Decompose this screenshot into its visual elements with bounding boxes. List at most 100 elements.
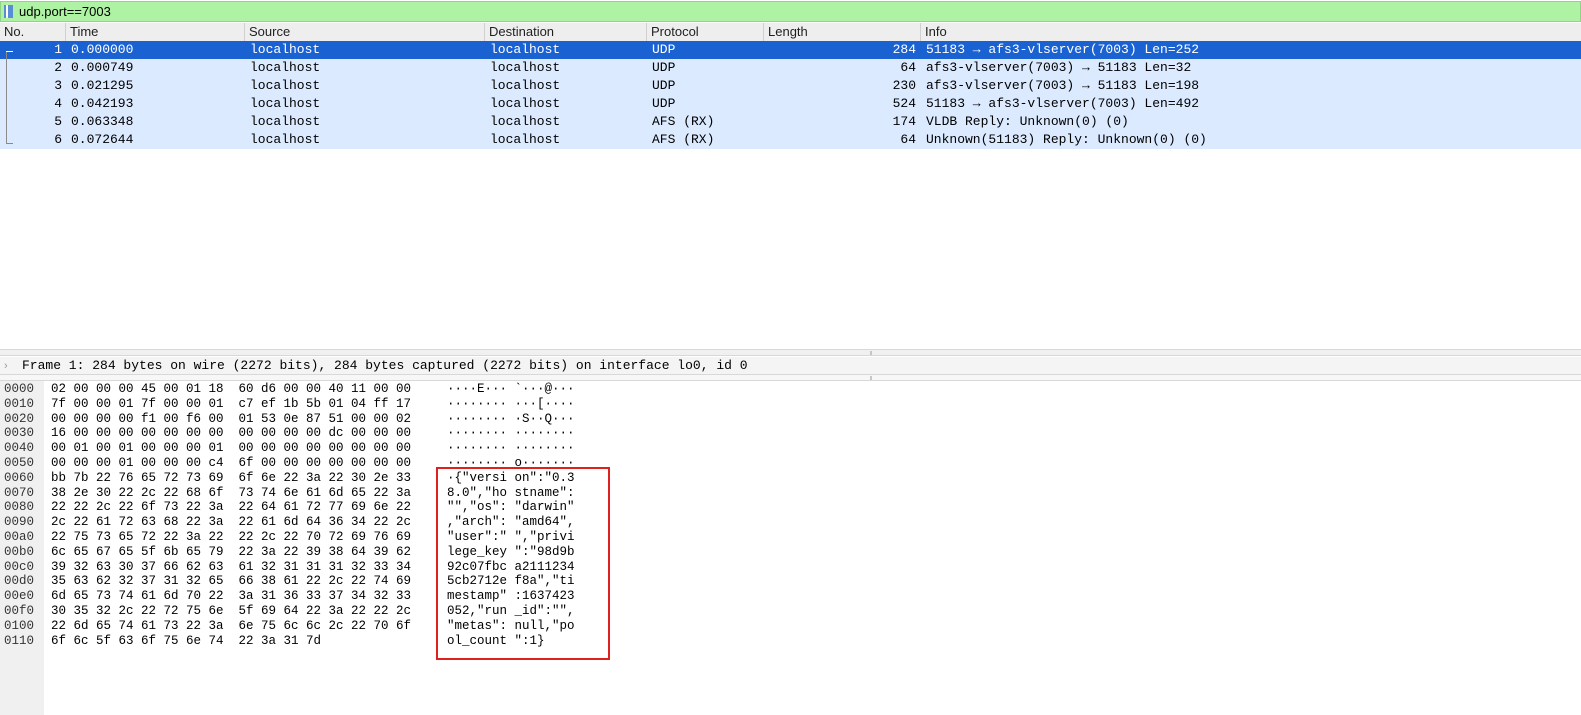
pane-splitter[interactable]: [0, 349, 1581, 356]
hex-bytes[interactable]: 22 22 2c 22 6f 73 22 3a 22 64 61 72 77 6…: [51, 500, 411, 515]
column-header-protocol[interactable]: Protocol: [647, 23, 764, 41]
packet-info: afs3-vlserver(7003) → 51183 Len=198: [926, 78, 1200, 93]
packet-destination: localhost: [490, 42, 561, 57]
hex-bytes[interactable]: bb 7b 22 76 65 72 73 69 6f 6e 22 3a 22 3…: [51, 471, 411, 486]
packet-time: 0.000749: [71, 60, 134, 75]
packet-time: 0.072644: [71, 132, 134, 147]
hex-bytes[interactable]: 30 35 32 2c 22 72 75 6e 5f 69 64 22 3a 2…: [51, 604, 411, 619]
packet-source: localhost: [250, 96, 321, 111]
packet-row-4[interactable]: 4 0.042193 localhost localhost UDP 524 5…: [0, 95, 1581, 113]
packet-protocol: UDP: [652, 96, 676, 111]
byte-offset: 0100: [4, 618, 35, 633]
hex-bytes[interactable]: 6c 65 67 65 5f 6b 65 79 22 3a 22 39 38 6…: [51, 545, 411, 560]
highlight-annotation-box: [436, 467, 610, 660]
byte-offset: 0000: [4, 382, 35, 396]
packet-protocol: AFS (RX): [652, 114, 715, 129]
column-header-no[interactable]: No.: [0, 23, 66, 41]
packet-protocol: UDP: [652, 60, 676, 75]
packet-time: 0.042193: [71, 96, 134, 111]
ascii-bytes[interactable]: ········ ········: [447, 426, 575, 441]
byte-offset: 00c0: [4, 559, 35, 574]
conversation-bracket-end: [6, 143, 13, 144]
byte-offset: 0080: [4, 500, 35, 515]
byte-offset: 0020: [4, 411, 35, 426]
ascii-bytes[interactable]: ········ ········: [447, 441, 575, 456]
packet-row-6[interactable]: 6 0.072644 localhost localhost AFS (RX) …: [0, 131, 1581, 149]
conversation-bracket-start: [6, 51, 13, 52]
byte-offset: 0030: [4, 426, 35, 441]
packet-protocol: AFS (RX): [652, 132, 715, 147]
conversation-bracket: [6, 51, 7, 143]
hex-bytes[interactable]: 00 00 00 01 00 00 00 c4 6f 00 00 00 00 0…: [51, 456, 411, 471]
packet-destination: localhost: [490, 132, 561, 147]
hex-bytes[interactable]: 16 00 00 00 00 00 00 00 00 00 00 00 dc 0…: [51, 426, 411, 441]
byte-offset: 0050: [4, 456, 35, 470]
packet-source: localhost: [250, 114, 321, 129]
column-header-time[interactable]: Time: [66, 23, 245, 41]
hex-bytes[interactable]: 22 75 73 65 72 22 3a 22 22 2c 22 70 72 6…: [51, 530, 411, 545]
packet-destination: localhost: [490, 114, 561, 129]
packet-number: 4: [54, 96, 62, 111]
display-filter-bar: [0, 0, 1581, 22]
ascii-bytes[interactable]: ········ ···[····: [447, 397, 575, 412]
hex-bytes[interactable]: 7f 00 00 01 7f 00 00 01 c7 ef 1b 5b 01 0…: [51, 397, 411, 412]
ascii-bytes[interactable]: ········ ·S··Q···: [447, 412, 575, 427]
byte-offset: 00e0: [4, 589, 35, 604]
hex-bytes[interactable]: 2c 22 61 72 63 68 22 3a 22 61 6d 64 36 3…: [51, 515, 411, 530]
packet-info: 51183 → afs3-vlserver(7003) Len=252: [926, 42, 1200, 57]
packet-number: 6: [54, 132, 62, 147]
byte-offset: 00d0: [4, 574, 35, 589]
packet-source: localhost: [250, 132, 321, 147]
packet-destination: localhost: [490, 60, 561, 75]
splitter-grip: [869, 350, 875, 356]
column-header-info[interactable]: Info: [921, 23, 1581, 41]
packet-source: localhost: [250, 78, 321, 93]
packet-row-3[interactable]: 3 0.021295 localhost localhost UDP 230 a…: [0, 77, 1581, 95]
byte-offset: 0110: [4, 633, 35, 648]
hex-bytes[interactable]: 38 2e 30 22 2c 22 68 6f 73 74 6e 61 6d 6…: [51, 486, 411, 501]
hex-bytes[interactable]: 22 6d 65 74 61 73 22 3a 6e 75 6c 6c 2c 2…: [51, 619, 411, 634]
byte-offset: 00f0: [4, 604, 35, 618]
packet-time: 0.000000: [71, 42, 134, 57]
display-filter-field-container: [0, 1, 1581, 22]
hex-bytes[interactable]: 39 32 63 30 37 66 62 63 61 32 31 31 31 3…: [51, 560, 411, 575]
display-filter-input[interactable]: [19, 2, 1419, 21]
packet-row-1[interactable]: 1 0.000000 localhost localhost UDP 284 5…: [0, 41, 1581, 59]
column-header-length[interactable]: Length: [764, 23, 921, 41]
hex-bytes[interactable]: 6d 65 73 74 61 6d 70 22 3a 31 36 33 37 3…: [51, 589, 411, 604]
hex-bytes[interactable]: 00 00 00 00 f1 00 f6 00 01 53 0e 87 51 0…: [51, 412, 411, 427]
byte-offset: 0070: [4, 485, 35, 500]
byte-offset: 0010: [4, 396, 35, 411]
packet-number: 2: [54, 60, 62, 75]
column-header-source[interactable]: Source: [245, 23, 485, 41]
column-header-destination[interactable]: Destination: [485, 23, 647, 41]
packet-info: VLDB Reply: Unknown(0) (0): [926, 114, 1129, 129]
packet-length: 524: [892, 96, 916, 111]
packet-row-2[interactable]: 2 0.000749 localhost localhost UDP 64 af…: [0, 59, 1581, 77]
packet-protocol: UDP: [652, 42, 676, 57]
packet-source: localhost: [250, 42, 321, 57]
byte-offset: 0060: [4, 470, 35, 485]
hex-bytes[interactable]: 35 63 62 32 37 31 32 65 66 38 61 22 2c 2…: [51, 574, 411, 589]
packet-protocol: UDP: [652, 78, 676, 93]
hex-bytes[interactable]: 02 00 00 00 45 00 01 18 60 d6 00 00 40 1…: [51, 382, 411, 397]
byte-offset: 0090: [4, 515, 35, 530]
hex-bytes[interactable]: 6f 6c 5f 63 6f 75 6e 74 22 3a 31 7d: [51, 634, 321, 649]
packet-info: 51183 → afs3-vlserver(7003) Len=492: [926, 96, 1200, 111]
packet-number: 5: [54, 114, 62, 129]
packet-number: 3: [54, 78, 62, 93]
packet-row-5[interactable]: 5 0.063348 localhost localhost AFS (RX) …: [0, 113, 1581, 131]
packet-source: localhost: [250, 60, 321, 75]
pane-splitter[interactable]: [0, 374, 1581, 381]
packet-bytes-pane: 0000 02 00 00 00 45 00 01 18 60 d6 00 00 …: [0, 381, 1581, 715]
chevron-right-icon[interactable]: ›: [4, 358, 14, 374]
packet-length: 284: [892, 42, 916, 57]
hex-bytes[interactable]: 00 01 00 01 00 00 00 01 00 00 00 00 00 0…: [51, 441, 411, 456]
ascii-bytes[interactable]: ····E··· `···@···: [447, 382, 575, 397]
frame-summary-row[interactable]: Frame 1: 284 bytes on wire (2272 bits), …: [22, 357, 748, 375]
packet-time: 0.021295: [71, 78, 134, 93]
packet-destination: localhost: [490, 78, 561, 93]
packet-info: afs3-vlserver(7003) → 51183 Len=32: [926, 60, 1192, 75]
packet-list-header: No. Time Source Destination Protocol Len…: [0, 23, 1581, 42]
bookmark-icon[interactable]: [4, 5, 13, 18]
